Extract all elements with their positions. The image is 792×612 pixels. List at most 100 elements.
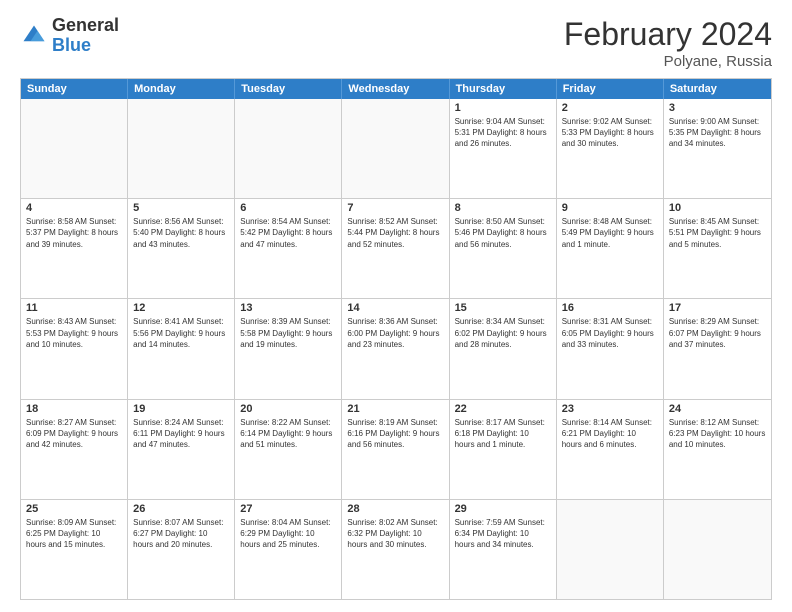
cal-cell: 6Sunrise: 8:54 AM Sunset: 5:42 PM Daylig… (235, 199, 342, 298)
cal-cell: 17 Sunrise: 8:29 AM Sunset: 6:07 PM Dayli… (664, 299, 771, 398)
day-info: Sunrise: 8:45 AM Sunset: 5:51 PM Dayligh… (669, 216, 766, 250)
cal-cell: 28 Sunrise: 8:02 AM Sunset: 6:32 PM Dayli… (342, 500, 449, 599)
cal-cell (128, 99, 235, 198)
day-info: Sunrise: 8:27 AM Sunset: 6:09 PM Dayligh… (26, 417, 122, 451)
week-row-3: 18 Sunrise: 8:27 AM Sunset: 6:09 PM Dayli… (21, 399, 771, 499)
header: General Blue February 2024 Polyane, Russ… (20, 16, 772, 70)
day-info: Sunrise: 8:31 AM Sunset: 6:05 PM Dayligh… (562, 316, 658, 350)
cal-cell (557, 500, 664, 599)
cal-cell: 26 Sunrise: 8:07 AM Sunset: 6:27 PM Dayli… (128, 500, 235, 599)
cal-cell: 23 Sunrise: 8:14 AM Sunset: 6:21 PM Dayli… (557, 400, 664, 499)
cal-cell: 21 Sunrise: 8:19 AM Sunset: 6:16 PM Dayli… (342, 400, 449, 499)
cal-cell (342, 99, 449, 198)
day-info: Sunrise: 8:07 AM Sunset: 6:27 PM Dayligh… (133, 517, 229, 551)
day-info: Sunrise: 8:56 AM Sunset: 5:40 PM Dayligh… (133, 216, 229, 250)
day-info: Sunrise: 8:36 AM Sunset: 6:00 PM Dayligh… (347, 316, 443, 350)
day-number: 9 (562, 202, 658, 214)
cal-cell: 1 Sunrise: 9:04 AM Sunset: 5:31 PM Daylig… (450, 99, 557, 198)
day-header-wednesday: Wednesday (342, 79, 449, 99)
day-number: 8 (455, 202, 551, 214)
day-number: 5 (133, 202, 229, 214)
cal-cell: 4Sunrise: 8:58 AM Sunset: 5:37 PM Daylig… (21, 199, 128, 298)
cal-cell: 13 Sunrise: 8:39 AM Sunset: 5:58 PM Dayli… (235, 299, 342, 398)
day-info: Sunrise: 8:09 AM Sunset: 6:25 PM Dayligh… (26, 517, 122, 551)
location: Polyane, Russia (564, 53, 772, 70)
day-number: 24 (669, 403, 766, 415)
day-number: 10 (669, 202, 766, 214)
cal-cell: 5 Sunrise: 8:56 AM Sunset: 5:40 PM Daylig… (128, 199, 235, 298)
cal-cell (664, 500, 771, 599)
cal-cell: 3 Sunrise: 9:00 AM Sunset: 5:35 PM Daylig… (664, 99, 771, 198)
calendar-body: 1 Sunrise: 9:04 AM Sunset: 5:31 PM Daylig… (21, 99, 771, 599)
day-number: 17 (669, 302, 766, 314)
day-number: 15 (455, 302, 551, 314)
week-row-0: 1 Sunrise: 9:04 AM Sunset: 5:31 PM Daylig… (21, 99, 771, 198)
page: General Blue February 2024 Polyane, Russ… (0, 0, 792, 612)
calendar: SundayMondayTuesdayWednesdayThursdayFrid… (20, 78, 772, 600)
cal-cell: 27 Sunrise: 8:04 AM Sunset: 6:29 PM Dayli… (235, 500, 342, 599)
logo-icon (20, 22, 48, 50)
day-info: Sunrise: 8:19 AM Sunset: 6:16 PM Dayligh… (347, 417, 443, 451)
day-info: Sunrise: 8:29 AM Sunset: 6:07 PM Dayligh… (669, 316, 766, 350)
day-info: Sunrise: 9:04 AM Sunset: 5:31 PM Dayligh… (455, 116, 551, 150)
day-number: 21 (347, 403, 443, 415)
day-number: 23 (562, 403, 658, 415)
cal-cell: 18 Sunrise: 8:27 AM Sunset: 6:09 PM Dayli… (21, 400, 128, 499)
cal-cell: 22Sunrise: 8:17 AM Sunset: 6:18 PM Dayli… (450, 400, 557, 499)
day-number: 1 (455, 102, 551, 114)
day-number: 16 (562, 302, 658, 314)
day-number: 14 (347, 302, 443, 314)
day-header-friday: Friday (557, 79, 664, 99)
logo: General Blue (20, 16, 119, 56)
cal-cell: 15Sunrise: 8:34 AM Sunset: 6:02 PM Dayli… (450, 299, 557, 398)
month-title: February 2024 (564, 16, 772, 53)
day-info: Sunrise: 8:41 AM Sunset: 5:56 PM Dayligh… (133, 316, 229, 350)
day-number: 27 (240, 503, 336, 515)
cal-cell: 25Sunrise: 8:09 AM Sunset: 6:25 PM Dayli… (21, 500, 128, 599)
day-info: Sunrise: 8:14 AM Sunset: 6:21 PM Dayligh… (562, 417, 658, 451)
day-header-sunday: Sunday (21, 79, 128, 99)
day-info: Sunrise: 8:52 AM Sunset: 5:44 PM Dayligh… (347, 216, 443, 250)
day-number: 7 (347, 202, 443, 214)
logo-text: General Blue (52, 16, 119, 56)
cal-cell: 11Sunrise: 8:43 AM Sunset: 5:53 PM Dayli… (21, 299, 128, 398)
cal-cell: 20 Sunrise: 8:22 AM Sunset: 6:14 PM Dayli… (235, 400, 342, 499)
day-number: 28 (347, 503, 443, 515)
day-info: Sunrise: 8:50 AM Sunset: 5:46 PM Dayligh… (455, 216, 551, 250)
cal-cell: 10 Sunrise: 8:45 AM Sunset: 5:51 PM Dayli… (664, 199, 771, 298)
logo-general: General (52, 15, 119, 35)
day-number: 22 (455, 403, 551, 415)
cal-cell: 14 Sunrise: 8:36 AM Sunset: 6:00 PM Dayli… (342, 299, 449, 398)
logo-blue: Blue (52, 35, 91, 55)
cal-cell: 8 Sunrise: 8:50 AM Sunset: 5:46 PM Daylig… (450, 199, 557, 298)
cal-cell: 2Sunrise: 9:02 AM Sunset: 5:33 PM Daylig… (557, 99, 664, 198)
day-info: Sunrise: 8:12 AM Sunset: 6:23 PM Dayligh… (669, 417, 766, 451)
day-info: Sunrise: 8:58 AM Sunset: 5:37 PM Dayligh… (26, 216, 122, 250)
day-number: 29 (455, 503, 551, 515)
day-number: 2 (562, 102, 658, 114)
day-header-saturday: Saturday (664, 79, 771, 99)
day-number: 11 (26, 302, 122, 314)
day-number: 13 (240, 302, 336, 314)
cal-cell (21, 99, 128, 198)
cal-cell (235, 99, 342, 198)
day-number: 20 (240, 403, 336, 415)
week-row-1: 4Sunrise: 8:58 AM Sunset: 5:37 PM Daylig… (21, 198, 771, 298)
day-info: Sunrise: 8:48 AM Sunset: 5:49 PM Dayligh… (562, 216, 658, 250)
cal-cell: 29Sunrise: 7:59 AM Sunset: 6:34 PM Dayli… (450, 500, 557, 599)
day-header-thursday: Thursday (450, 79, 557, 99)
day-number: 26 (133, 503, 229, 515)
day-info: Sunrise: 8:39 AM Sunset: 5:58 PM Dayligh… (240, 316, 336, 350)
day-info: Sunrise: 8:02 AM Sunset: 6:32 PM Dayligh… (347, 517, 443, 551)
day-number: 12 (133, 302, 229, 314)
day-number: 19 (133, 403, 229, 415)
day-number: 3 (669, 102, 766, 114)
day-info: Sunrise: 8:04 AM Sunset: 6:29 PM Dayligh… (240, 517, 336, 551)
day-info: Sunrise: 9:00 AM Sunset: 5:35 PM Dayligh… (669, 116, 766, 150)
cal-cell: 12 Sunrise: 8:41 AM Sunset: 5:56 PM Dayli… (128, 299, 235, 398)
cal-cell: 19Sunrise: 8:24 AM Sunset: 6:11 PM Dayli… (128, 400, 235, 499)
day-info: Sunrise: 8:22 AM Sunset: 6:14 PM Dayligh… (240, 417, 336, 451)
day-number: 6 (240, 202, 336, 214)
day-number: 18 (26, 403, 122, 415)
day-header-monday: Monday (128, 79, 235, 99)
